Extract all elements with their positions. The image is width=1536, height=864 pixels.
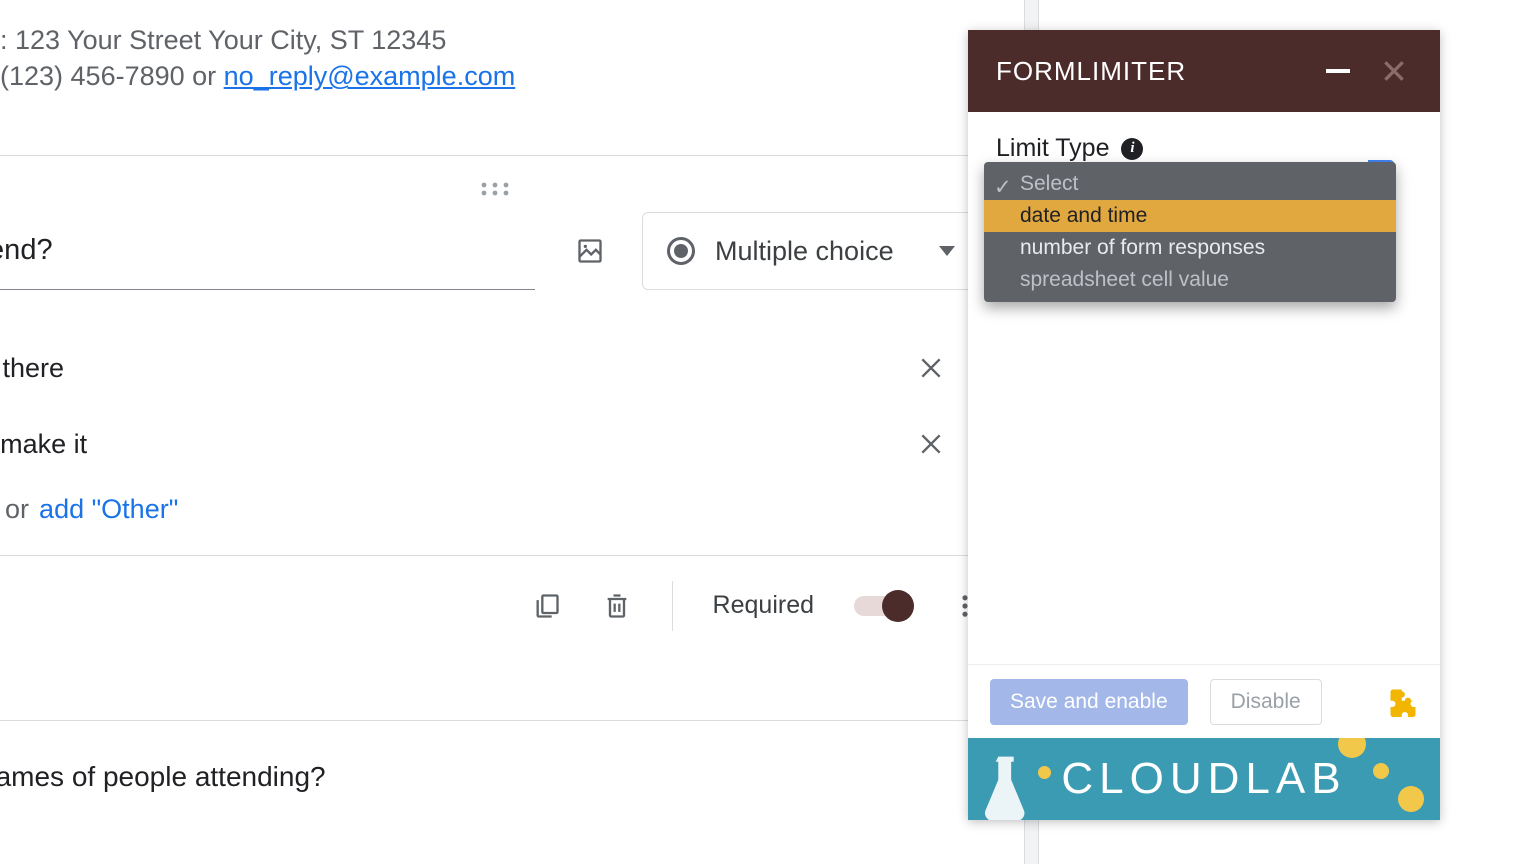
check-icon: ✓ (994, 175, 1012, 200)
desc-phone: (123) 456-7890 (0, 61, 185, 91)
next-question-title: names of people attending? (0, 761, 326, 792)
dropdown-placeholder-text: Select (1020, 172, 1078, 196)
question-title-input[interactable]: tend? (0, 212, 535, 290)
dropdown-option-cell-value[interactable]: spreadsheet cell value (984, 264, 1396, 296)
duplicate-button[interactable] (532, 591, 562, 621)
add-other-link[interactable]: add "Other" (39, 494, 178, 525)
flask-icon (980, 754, 1032, 820)
desc-email-link[interactable]: no_reply@example.com (224, 61, 516, 91)
desc-or: or (185, 61, 224, 91)
add-or-text: or (5, 494, 29, 525)
dropdown-placeholder[interactable]: ✓ Select (984, 168, 1396, 200)
cloudlab-brand-banner: CLOUDLAB (968, 738, 1440, 820)
limit-type-dropdown[interactable]: ✓ Select date and time number of form re… (984, 162, 1396, 302)
close-button[interactable] (1376, 53, 1412, 89)
add-image-button[interactable] (570, 231, 610, 271)
next-question-card[interactable]: names of people attending? (0, 720, 1010, 793)
dropdown-option-date-time[interactable]: date and time (984, 200, 1396, 232)
limit-type-label: Limit Type (996, 134, 1109, 163)
panel-header: FORMLIMITER (968, 30, 1440, 112)
decor-dot (1038, 766, 1051, 779)
formlimiter-panel: FORMLIMITER Limit Type i ✓ Select date a… (968, 30, 1440, 820)
delete-button[interactable] (602, 591, 632, 621)
question-type-select[interactable]: Multiple choice (642, 212, 980, 290)
chevron-down-icon (939, 246, 955, 256)
remove-option-button[interactable] (917, 430, 945, 458)
dropdown-option-responses[interactable]: number of form responses (984, 232, 1396, 264)
required-label: Required (713, 591, 814, 620)
dropdown-option-label: spreadsheet cell value (1020, 268, 1229, 292)
decor-dot (1398, 786, 1424, 812)
disable-button[interactable]: Disable (1210, 679, 1322, 725)
dropdown-option-label: number of form responses (1020, 236, 1265, 260)
limit-type-label-row: Limit Type i (996, 134, 1412, 163)
required-toggle[interactable] (854, 596, 910, 616)
info-icon[interactable]: i (1121, 138, 1143, 160)
save-and-enable-button[interactable]: Save and enable (990, 679, 1188, 725)
panel-body: Limit Type i ✓ Select date and time numb… (968, 112, 1440, 664)
option-text[interactable]: 't make it (0, 429, 917, 460)
option-text[interactable]: e there (0, 353, 917, 384)
options-list: e there 't make it n or add "Other" (0, 300, 1010, 555)
decor-dot (1373, 763, 1389, 779)
panel-title: FORMLIMITER (996, 56, 1300, 87)
cloudlab-text: CLOUDLAB (1061, 754, 1346, 804)
add-option-row: n or add "Other" (0, 482, 980, 555)
drag-handle-icon[interactable] (0, 176, 1010, 202)
footer-divider (672, 581, 673, 631)
panel-footer: Save and enable Disable (968, 664, 1440, 738)
form-editor-background: : 123 Your Street Your City, ST 12345 (1… (0, 0, 1030, 864)
option-row[interactable]: e there (0, 330, 980, 406)
question-type-label: Multiple choice (715, 236, 919, 267)
radio-icon (667, 237, 695, 265)
remove-option-button[interactable] (917, 354, 945, 382)
question-title-text: tend? (0, 234, 53, 267)
form-description: : 123 Your Street Your City, ST 12345 (1… (0, 22, 515, 95)
dropdown-option-label: date and time (1020, 204, 1147, 228)
addon-puzzle-icon[interactable] (1388, 687, 1418, 717)
option-row[interactable]: 't make it (0, 406, 980, 482)
question-footer: Required (0, 555, 1010, 655)
minimize-button[interactable] (1320, 53, 1356, 89)
desc-address: 123 Your Street Your City, ST 12345 (15, 25, 446, 55)
desc-prefix: : (0, 25, 15, 55)
question-card[interactable]: tend? Multiple choice e there 't make it (0, 155, 1010, 655)
